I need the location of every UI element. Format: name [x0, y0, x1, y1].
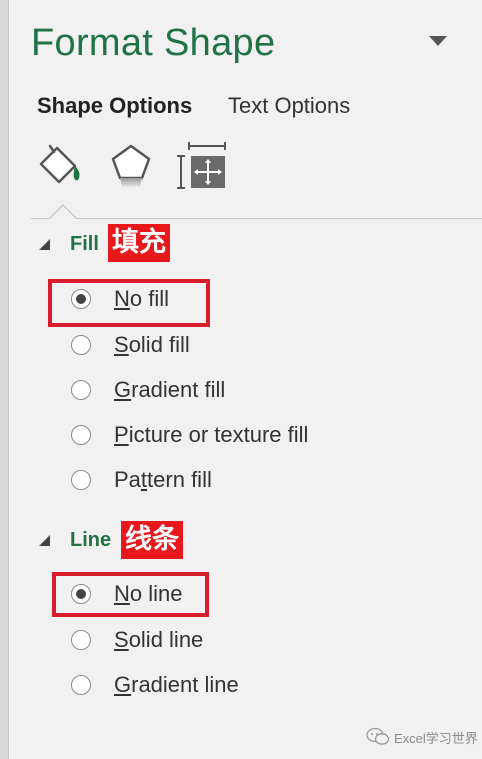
effects-pentagon-icon[interactable]: [105, 140, 157, 192]
line-chinese-annotation: 线条: [121, 521, 183, 559]
solid-line-radio[interactable]: [71, 630, 91, 650]
pattern-fill-radio[interactable]: [71, 470, 91, 490]
radio-selected-dot: [76, 589, 86, 599]
gradient-line-radio[interactable]: [71, 675, 91, 695]
gradient-fill-radio[interactable]: [71, 380, 91, 400]
collapse-triangle-icon: [39, 535, 50, 546]
line-section-header[interactable]: Line: [39, 522, 124, 558]
picture-texture-fill-radio[interactable]: [71, 425, 91, 445]
solid-fill-radio[interactable]: [71, 335, 91, 355]
tab-shape-options[interactable]: Shape Options: [37, 93, 192, 119]
wechat-logo-icon: [366, 727, 390, 745]
fill-section-header[interactable]: Fill: [39, 226, 114, 262]
workbook-edge: [0, 0, 9, 759]
fill-line-icon[interactable]: [35, 140, 87, 192]
fill-chinese-annotation: 填充: [108, 224, 170, 262]
tab-separator: [31, 218, 482, 219]
pane-title: Format Shape: [31, 22, 276, 64]
radio-selected-dot: [76, 294, 86, 304]
size-properties-icon[interactable]: [175, 140, 227, 192]
line-section-title: Line: [70, 529, 112, 551]
pane-options-dropdown-icon[interactable]: [429, 36, 447, 46]
collapse-triangle-icon: [39, 239, 50, 250]
format-shape-pane: Format Shape Shape Options Text Options: [9, 0, 482, 759]
watermark-text: Excel学习世界: [394, 731, 478, 746]
no-fill-radio[interactable]: [71, 289, 91, 309]
fill-section-title: Fill: [70, 233, 99, 255]
no-line-radio[interactable]: [71, 584, 91, 604]
tab-text-options[interactable]: Text Options: [228, 93, 350, 119]
